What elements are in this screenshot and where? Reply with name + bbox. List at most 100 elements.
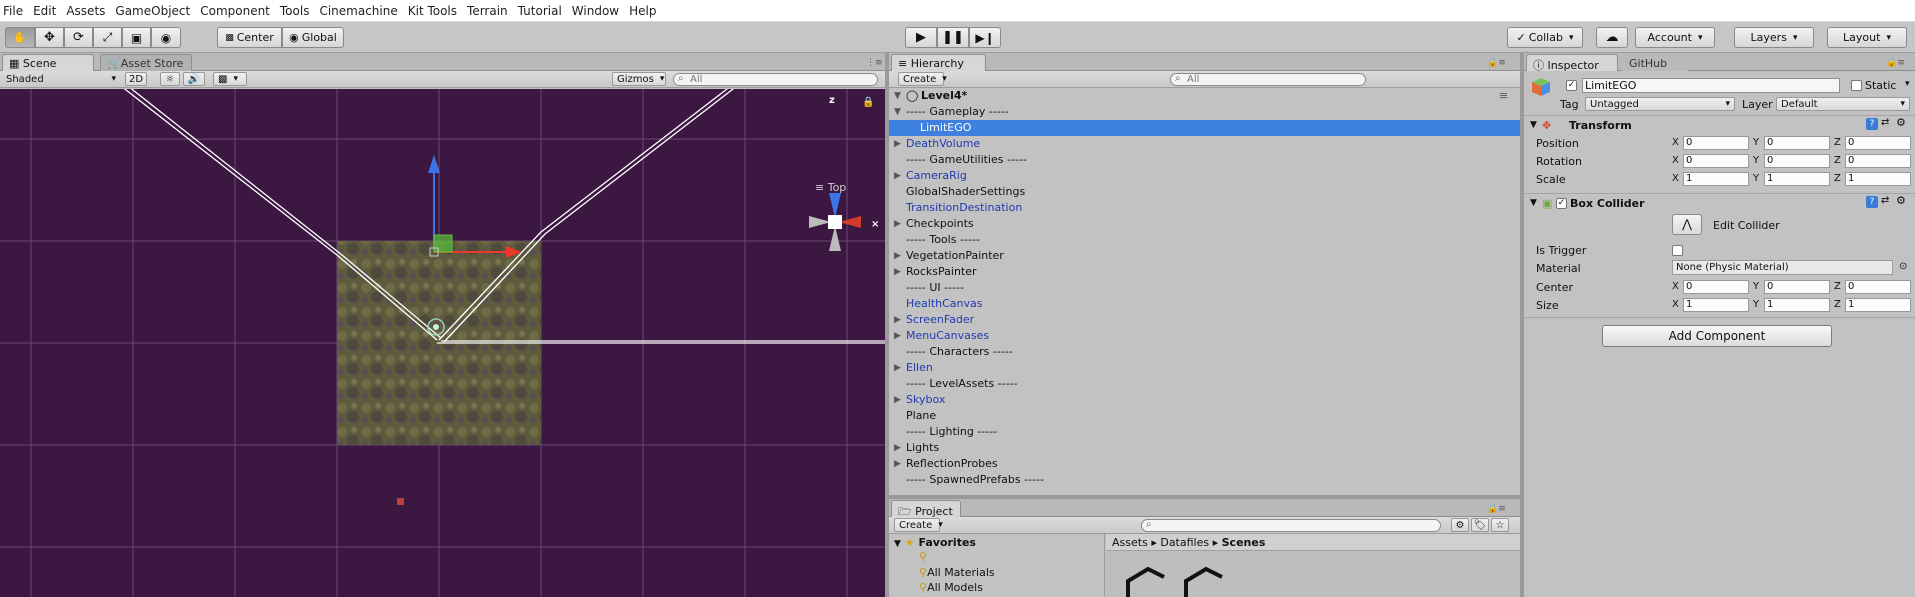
shading-dropdown[interactable]: Shaded [2, 72, 120, 86]
layout-dropdown[interactable]: Layout [1827, 27, 1907, 48]
tab-inspector[interactable]: ⓘ Inspector [1526, 54, 1618, 72]
z-value-field[interactable]: 0 [1845, 136, 1911, 150]
hierarchy-item[interactable]: ▶ DeathVolume [889, 136, 1520, 152]
cloud-button[interactable]: ☁ [1596, 27, 1628, 48]
is-trigger-checkbox[interactable] [1672, 245, 1683, 256]
collab-dropdown[interactable]: ✓ Collab [1507, 27, 1583, 48]
expand-open-icon[interactable]: ▼ [894, 104, 901, 120]
hierarchy-item[interactable]: ----- Lighting ----- [889, 424, 1520, 440]
expand-closed-icon[interactable]: ▶ [894, 168, 901, 184]
static-dropdown-icon[interactable]: ▾ [1905, 79, 1910, 89]
y-value-field[interactable]: 0 [1764, 280, 1830, 294]
tab-project[interactable]: 🗁 Project [891, 500, 961, 518]
menu-item[interactable]: Terrain [464, 4, 515, 18]
layers-dropdown[interactable]: Layers [1734, 27, 1814, 48]
global-space-button[interactable]: ◉ Global [282, 27, 344, 48]
2d-toggle[interactable]: 2D [125, 72, 147, 86]
hierarchy-item[interactable]: ▶ Ellen [889, 360, 1520, 376]
menu-item[interactable]: File [0, 4, 30, 18]
static-checkbox[interactable] [1851, 80, 1862, 91]
hand-tool-button[interactable]: ✋ [5, 27, 35, 48]
rotate-tool-button[interactable]: ⟳ [64, 27, 93, 48]
edit-collider-button[interactable]: ⋀ [1672, 214, 1702, 235]
active-checkbox[interactable]: ✓ [1566, 80, 1577, 91]
tab-hierarchy[interactable]: ≡ Hierarchy [891, 54, 986, 72]
hierarchy-item[interactable]: GlobalShaderSettings [889, 184, 1520, 200]
pause-button[interactable]: ❚❚ [937, 27, 969, 48]
hierarchy-item[interactable]: ▶ CameraRig [889, 168, 1520, 184]
pivot-center-button[interactable]: ▩ Center [217, 27, 282, 48]
tab-asset-store[interactable]: 🛒Asset Store [100, 54, 192, 72]
expand-closed-icon[interactable]: ▶ [894, 360, 901, 376]
move-tool-button[interactable]: ✥ [35, 27, 64, 48]
transform-tool-button[interactable]: ◉ [151, 27, 181, 48]
filter-label-button[interactable]: 🏷 [1471, 518, 1489, 532]
hierarchy-item[interactable]: ▶ Lights [889, 440, 1520, 456]
gear-icon[interactable]: ⚙ [1896, 194, 1906, 207]
x-value-field[interactable]: 1 [1683, 172, 1749, 186]
hierarchy-item[interactable]: ----- GameUtilities ----- [889, 152, 1520, 168]
z-value-field[interactable]: 1 [1845, 298, 1911, 312]
y-value-field[interactable]: 0 [1764, 136, 1830, 150]
scene-asset-icons[interactable] [1106, 551, 1520, 597]
expand-closed-icon[interactable]: ▶ [894, 136, 901, 152]
lock-icon[interactable]: 🔒 [862, 97, 874, 108]
x-value-field[interactable]: 0 [1683, 136, 1749, 150]
hierarchy-item[interactable]: ----- UI ----- [889, 280, 1520, 296]
menu-item[interactable]: Kit Tools [405, 4, 464, 18]
tab-github[interactable]: GitHub [1622, 54, 1688, 72]
hierarchy-item[interactable]: Plane [889, 408, 1520, 424]
scene-viewport[interactable]: × z 🔒 ≡ Top [0, 89, 885, 597]
menu-item[interactable]: Assets [63, 4, 112, 18]
expand-closed-icon[interactable]: ▶ [894, 248, 901, 264]
breadcrumb-item[interactable]: Scenes [1222, 536, 1266, 549]
menu-item[interactable]: Help [626, 4, 663, 18]
project-search-input[interactable] [1141, 519, 1441, 532]
project-panel-menu-icon[interactable]: 🔒≡ [1487, 504, 1506, 514]
expand-closed-icon[interactable]: ▶ [894, 312, 901, 328]
breadcrumb-item[interactable]: Assets [1112, 536, 1148, 549]
x-value-field[interactable]: 0 [1683, 280, 1749, 294]
tag-dropdown[interactable]: Untagged [1585, 97, 1735, 111]
hierarchy-item[interactable]: ----- LevelAssets ----- [889, 376, 1520, 392]
hierarchy-item[interactable]: ----- Tools ----- [889, 232, 1520, 248]
scene-search-input[interactable]: All [673, 73, 878, 86]
hierarchy-item[interactable]: ▶ Checkpoints [889, 216, 1520, 232]
preset-icon[interactable]: ⇄ [1881, 117, 1889, 128]
play-button[interactable]: ▶ [905, 27, 937, 48]
expand-open-icon[interactable]: ▼ [1530, 120, 1537, 130]
add-component-button[interactable]: Add Component [1602, 325, 1832, 347]
effects-dropdown[interactable]: ▩ [213, 72, 247, 86]
scene-menu-icon[interactable]: ≡ [1499, 88, 1508, 104]
tab-scene[interactable]: ▦ Scene [2, 54, 94, 72]
hierarchy-item[interactable]: ▶ ScreenFader [889, 312, 1520, 328]
scale-tool-button[interactable]: ⤢ [93, 27, 122, 48]
hierarchy-item[interactable]: ▶ RocksPainter [889, 264, 1520, 280]
layer-dropdown[interactable]: Default [1776, 97, 1910, 111]
object-name-field[interactable]: LimitEGO [1582, 78, 1840, 93]
hierarchy-item[interactable]: ----- Characters ----- [889, 344, 1520, 360]
scene-panel-menu-icon[interactable]: ⋮≡ [866, 58, 883, 68]
menu-item[interactable]: Edit [30, 4, 63, 18]
menu-item[interactable]: Tutorial [515, 4, 569, 18]
audio-toggle[interactable]: 🔊 [183, 72, 205, 86]
menu-item[interactable]: Window [569, 4, 626, 18]
gear-icon[interactable]: ⚙ [1896, 116, 1906, 129]
breadcrumb-item[interactable]: Datafiles [1160, 536, 1209, 549]
x-value-field[interactable]: 1 [1683, 298, 1749, 312]
material-field[interactable]: None (Physic Material) [1672, 260, 1893, 275]
project-create-dropdown[interactable]: Create [894, 518, 940, 532]
expand-closed-icon[interactable]: ▶ [894, 456, 901, 472]
hierarchy-item[interactable]: HealthCanvas [889, 296, 1520, 312]
hierarchy-item[interactable]: LimitEGO [889, 120, 1520, 136]
hierarchy-search-input[interactable]: All [1170, 73, 1366, 86]
menu-item[interactable]: Tools [277, 4, 317, 18]
object-picker-icon[interactable]: ⊙ [1899, 261, 1907, 272]
favorites-row[interactable]: ▼ ★ Favorites [894, 536, 976, 549]
hierarchy-scene-row[interactable]: ▼ ◯ Level4* ≡ [889, 88, 1520, 104]
inspector-panel-menu-icon[interactable]: 🔒≡ [1886, 58, 1905, 68]
hierarchy-create-dropdown[interactable]: Create [898, 72, 944, 86]
y-value-field[interactable]: 1 [1764, 298, 1830, 312]
z-value-field[interactable]: 0 [1845, 280, 1911, 294]
filter-type-button[interactable]: ⚙ [1451, 518, 1469, 532]
